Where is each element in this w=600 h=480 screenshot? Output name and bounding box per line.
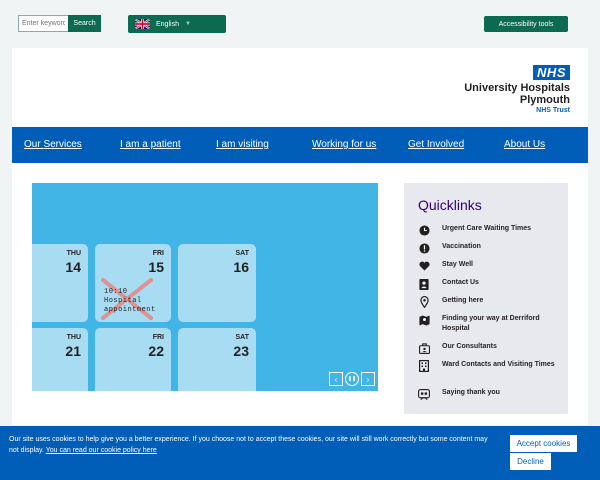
quicklink-label: Our Consultants [442,343,497,350]
carousel-pause-button[interactable]: ❚❚ [345,372,359,386]
nav-our-services[interactable]: Our Services [24,139,82,150]
chevron-down-icon: ▼ [184,21,191,27]
nhs-logo[interactable]: NHS University Hospitals Plymouth NHS Tr… [464,64,570,115]
quicklink-ward-contacts[interactable]: Ward Contacts and Visiting Times [418,360,560,372]
hero-carousel[interactable]: THU 14 FRI 15 10:10 Hospital appointment… [32,183,378,391]
nhs-badge: NHS [533,65,570,80]
nav-i-am-a-patient[interactable]: I am a patient [120,139,181,150]
calendar-day: SAT [235,250,249,257]
uk-flag-icon [135,19,150,29]
quicklink-finding-your-way[interactable]: Finding your way at Derriford Hospital [418,314,560,334]
nav-get-involved[interactable]: Get Involved [408,139,464,150]
logo-line-3: NHS Trust [536,107,570,114]
search-input[interactable] [18,15,68,32]
decline-cookies-button[interactable]: Decline [510,453,551,470]
calendar-card: SAT 23 [178,328,256,391]
calendar-day: SAT [235,334,249,341]
logo-line-2: Plymouth [519,94,570,106]
site-header: NHS University Hospitals Plymouth NHS Tr… [12,48,588,127]
carousel-next-button[interactable]: › [361,372,375,386]
site-search: Search [18,15,101,32]
logo-line-1: University Hospitals [464,82,570,94]
appointment-line-2: Hospital [104,297,142,305]
quicklink-urgent-care[interactable]: Urgent Care Waiting Times [418,224,560,236]
quicklink-label: Getting here [442,297,484,304]
language-selector[interactable]: English ▼ [128,15,226,33]
nav-working-for-us[interactable]: Working for us [312,139,376,150]
calendar-day: FRI [152,334,164,341]
utility-bar: Search English ▼ Accessibility tools [0,0,600,48]
quicklink-label: Finding your way at Derriford Hospital [442,315,540,332]
calendar-card: THU 21 [32,328,88,391]
quicklink-getting-here[interactable]: Getting here [418,296,560,308]
map-icon [418,314,430,326]
search-button[interactable]: Search [68,15,101,32]
calendar-card-appointment: FRI 15 10:10 Hospital appointment [95,244,171,322]
alert-icon [418,242,430,254]
quicklink-label: Ward Contacts and Visiting Times [442,361,555,368]
main-nav: Our Services I am a patient I am visitin… [12,127,588,163]
calendar-date: 22 [148,343,164,359]
quicklink-label: Vaccination [442,243,481,250]
calendar-card: FRI 22 [95,328,171,391]
cookie-banner: Our site uses cookies to help give you a… [0,426,600,480]
accept-cookies-button[interactable]: Accept cookies [510,435,577,452]
calendar-day: THU [66,334,81,341]
carousel-prev-button[interactable]: ‹ [329,372,343,386]
nav-i-am-visiting[interactable]: I am visiting [216,139,269,150]
quicklink-vaccination[interactable]: Vaccination [418,242,560,254]
calendar-date: 15 [148,259,164,275]
cookie-message: Our site uses cookies to help give you a… [9,434,499,456]
building-icon [418,360,430,372]
quicklinks-title: Quicklinks [418,197,482,213]
nav-about-us[interactable]: About Us [504,139,545,150]
thanks-icon [418,388,430,400]
calendar-date: 16 [233,259,249,275]
calendar-date: 14 [65,259,81,275]
language-label: English [156,20,179,28]
cookie-policy-link[interactable]: You can read our cookie policy here [46,447,157,454]
appointment-note: 10:10 Hospital appointment [104,288,156,315]
calendar-date: 23 [233,343,249,359]
calendar-day: THU [66,250,81,257]
contact-icon [418,278,430,290]
quicklink-label: Saying thank you [442,389,500,396]
heart-icon [418,260,430,272]
carousel-controls: ‹ ❚❚ › [329,372,375,386]
appointment-line-3: appointment [104,306,156,314]
quicklink-stay-well[interactable]: Stay Well [418,260,560,272]
quicklink-label: Urgent Care Waiting Times [442,225,532,232]
quicklink-label: Contact Us [442,279,479,286]
consultants-icon [418,342,430,354]
calendar-day: FRI [152,250,164,257]
quicklink-our-consultants[interactable]: Our Consultants [418,342,560,354]
appointment-time: 10:10 [104,288,128,296]
calendar-date: 21 [65,343,81,359]
quicklinks-panel: Quicklinks Urgent Care Waiting Times Vac… [404,183,568,414]
calendar-card: THU 14 [32,244,88,322]
quicklink-saying-thank-you[interactable]: Saying thank you [418,388,560,400]
clock-icon [418,224,430,236]
quicklink-contact-us[interactable]: Contact Us [418,278,560,290]
calendar-card: SAT 16 [178,244,256,322]
accessibility-tools-button[interactable]: Accessibility tools [484,16,568,32]
map-pin-icon [418,296,430,308]
quicklink-label: Stay Well [442,261,473,268]
